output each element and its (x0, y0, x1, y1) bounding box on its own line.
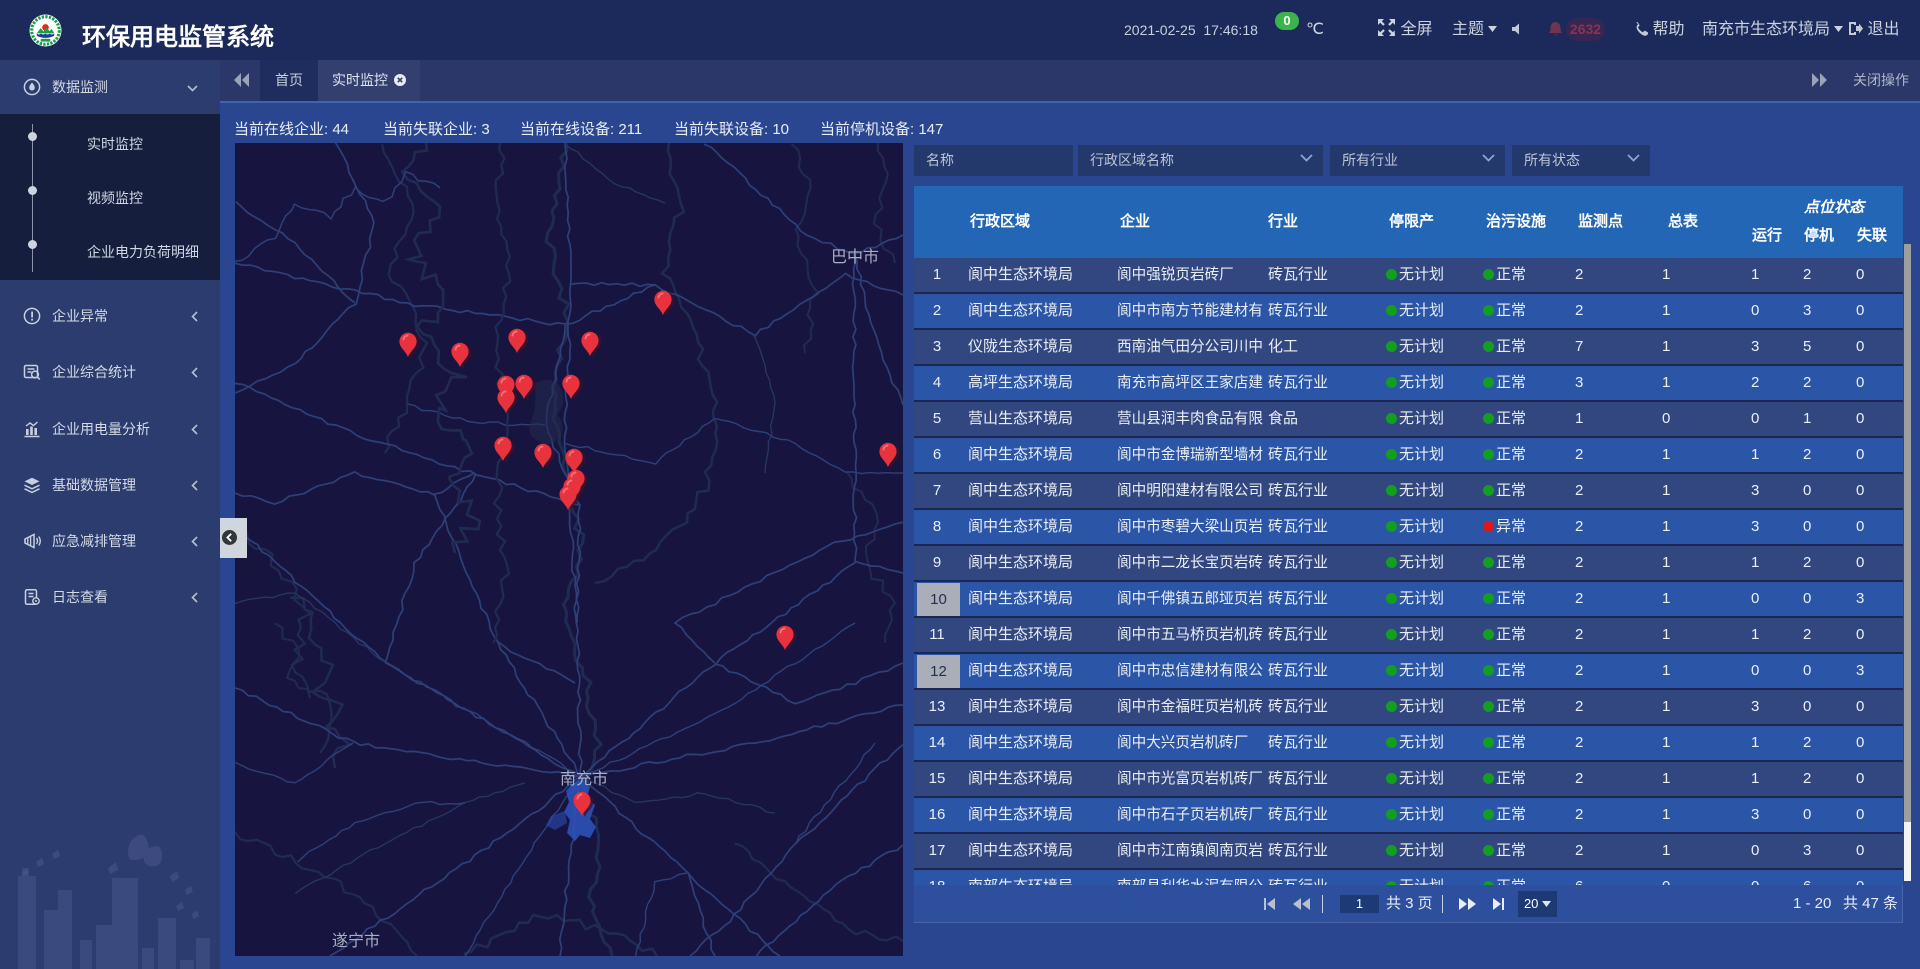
svg-text:南充市: 南充市 (560, 770, 608, 788)
svg-text:巴中市: 巴中市 (831, 248, 879, 266)
svg-text:遂宁市: 遂宁市 (332, 932, 380, 950)
